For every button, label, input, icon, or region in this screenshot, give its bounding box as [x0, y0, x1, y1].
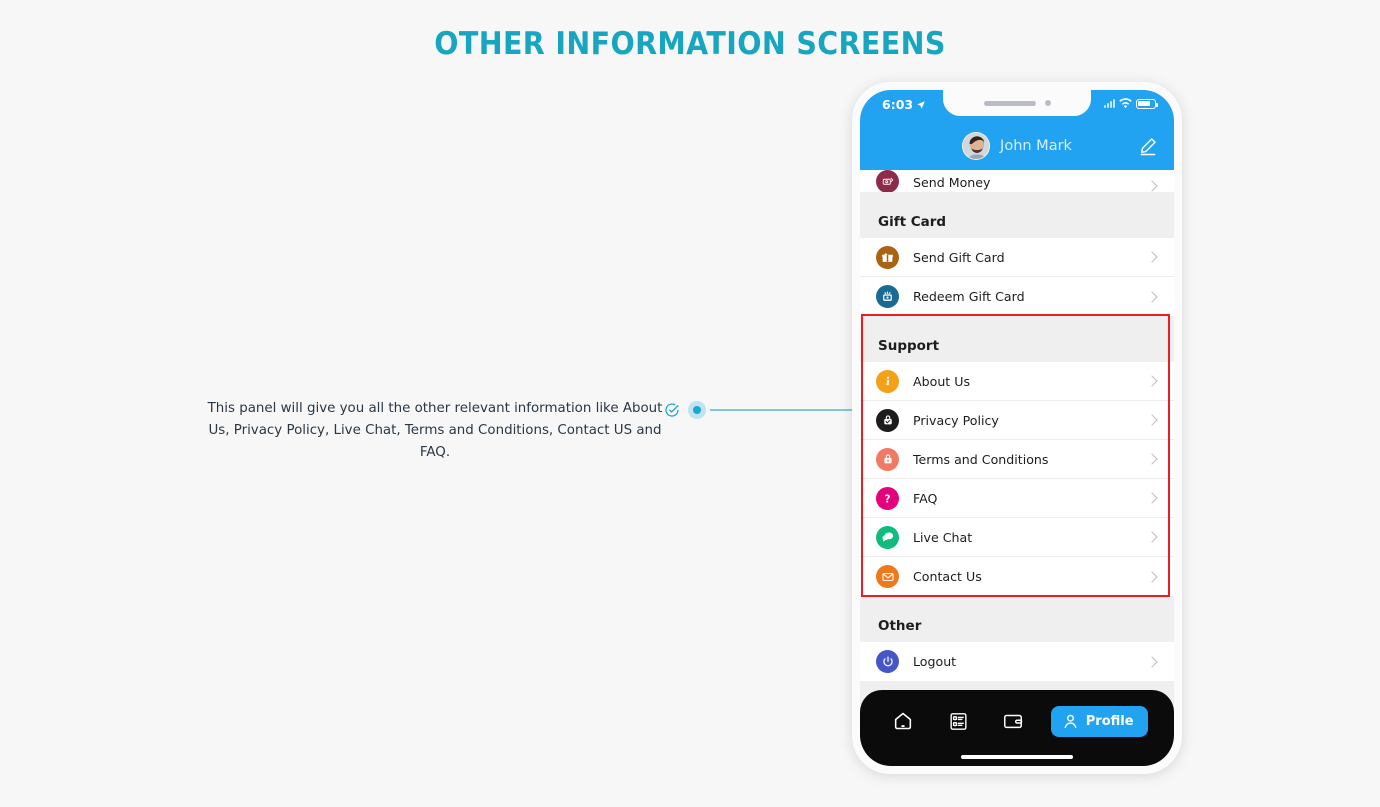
list-item-terms-and-conditions[interactable]: Terms and Conditions — [860, 440, 1174, 479]
chevron-right-icon — [1146, 290, 1158, 303]
list-item-logout[interactable]: Logout — [860, 642, 1174, 681]
person-icon — [1064, 714, 1077, 728]
send-money-icon — [876, 170, 899, 192]
list-item[interactable]: Send Gift Card — [860, 238, 1174, 277]
list-item-label: Redeem Gift Card — [913, 289, 1025, 304]
section-gap — [860, 681, 1174, 690]
chevron-right-icon — [1146, 655, 1158, 668]
list-item-label: FAQ — [913, 490, 938, 506]
list-item-label: Send Gift Card — [913, 249, 1005, 265]
list-item-about-us[interactable]: About Us — [860, 362, 1174, 401]
list-item[interactable]: Redeem Gift Card — [860, 277, 1174, 316]
notch-speaker — [983, 100, 1036, 106]
section-send-money: Send Money — [860, 170, 1174, 192]
list-item-privacy-policy[interactable]: Privacy Policy — [860, 401, 1174, 440]
notch-camera — [1044, 100, 1051, 106]
annotation-connector-line — [710, 409, 856, 411]
chevron-right-icon — [1146, 453, 1158, 465]
section-gap — [860, 316, 1174, 329]
avatar[interactable] — [962, 132, 991, 160]
tab-profile[interactable]: Profile — [1050, 705, 1148, 737]
svg-text:?: ? — [885, 493, 891, 505]
chevron-right-icon — [1146, 414, 1158, 426]
info-icon — [876, 369, 899, 393]
chevron-right-icon — [1146, 375, 1158, 387]
redeem-gift-icon — [876, 285, 899, 308]
list-item-label: Terms and Conditions — [913, 451, 1049, 467]
check-circle-icon — [664, 402, 680, 418]
list-item-label: About Us — [913, 373, 971, 389]
pencil-edit-icon[interactable] — [1138, 136, 1158, 156]
status-bar-time-group: 6:03 — [882, 97, 926, 112]
list-item-label: Live Chat — [913, 529, 973, 545]
terms-lock-icon — [876, 447, 899, 471]
chevron-right-icon — [1146, 531, 1158, 543]
envelope-icon — [876, 565, 899, 588]
status-time: 6:03 — [882, 97, 914, 112]
chevron-right-icon — [1146, 570, 1158, 583]
home-icon — [895, 712, 912, 730]
section-gap — [860, 596, 1174, 609]
bottom-tab-bar: Profile — [860, 690, 1174, 766]
user-name: John Mark — [1000, 138, 1072, 154]
list-item-live-chat[interactable]: Live Chat — [860, 518, 1174, 557]
list-item-contact-us[interactable]: Contact Us — [860, 557, 1174, 596]
section-support: About Us Privacy Policy Terms and Condit… — [860, 362, 1174, 596]
chevron-right-icon — [1146, 180, 1158, 192]
wifi-icon — [1119, 98, 1132, 109]
privacy-lock-check-icon — [876, 408, 899, 432]
battery-icon — [1136, 98, 1158, 109]
list-checklist-icon — [950, 712, 967, 730]
wallet-icon — [1004, 714, 1023, 729]
status-bar-indicators — [1104, 98, 1158, 109]
app-header: John Mark — [860, 122, 1174, 170]
tab-transactions[interactable] — [941, 706, 975, 736]
dot-marker-icon — [688, 401, 706, 419]
phone-notch — [943, 90, 1091, 116]
list-item-label: Send Money — [913, 175, 991, 190]
chat-bubble-icon — [876, 525, 899, 549]
section-heading-gift-card: Gift Card — [860, 205, 1174, 238]
section-other: Logout — [860, 642, 1174, 681]
chevron-right-icon — [1146, 251, 1158, 263]
phone-mockup: 6:03 John Mark Send Money Gift Card Send… — [852, 82, 1182, 774]
power-off-icon — [876, 650, 899, 673]
home-indicator — [961, 755, 1073, 759]
location-arrow-icon — [917, 100, 925, 109]
page-title: OTHER INFORMATION SCREENS — [434, 26, 946, 62]
annotation-text: This panel will give you all the other r… — [207, 401, 663, 460]
section-gift-card: Send Gift Card Redeem Gift Card — [860, 238, 1174, 316]
list-item-label: Logout — [913, 654, 957, 669]
status-bar: 6:03 — [860, 90, 1174, 122]
section-gap — [860, 192, 1174, 205]
list-item-faq[interactable]: ? FAQ — [860, 479, 1174, 518]
phone-screen: 6:03 John Mark Send Money Gift Card Send… — [860, 90, 1174, 766]
tab-profile-label: Profile — [1085, 713, 1134, 729]
cellular-signal-icon — [1104, 99, 1115, 108]
list-item[interactable]: Send Money — [860, 170, 1174, 192]
section-heading-other: Other — [860, 609, 1174, 642]
list-item-label: Privacy Policy — [913, 412, 999, 428]
list-item-label: Contact Us — [913, 569, 982, 584]
settings-list[interactable]: Send Money Gift Card Send Gift Card Rede… — [860, 170, 1174, 690]
tab-home[interactable] — [886, 706, 920, 736]
chevron-right-icon — [1146, 492, 1158, 504]
question-mark-icon: ? — [876, 486, 899, 510]
tab-wallet[interactable] — [996, 706, 1030, 736]
gift-icon — [876, 245, 899, 269]
section-heading-support: Support — [860, 329, 1174, 362]
